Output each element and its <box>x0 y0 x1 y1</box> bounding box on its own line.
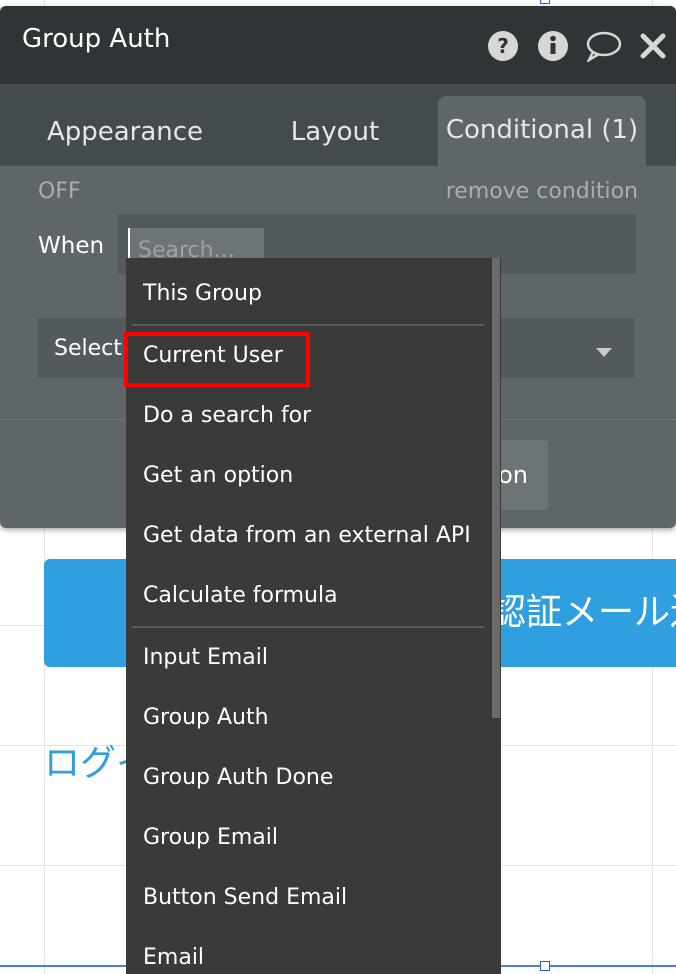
panel-title: Group Auth <box>22 24 171 54</box>
menu-item-button-send-email[interactable]: Button Send Email <box>126 868 486 928</box>
highlight-box <box>124 332 310 387</box>
menu-item-get-an-option[interactable]: Get an option <box>126 446 486 506</box>
menu-item-calculate-formula[interactable]: Calculate formula <box>126 566 486 626</box>
comment-icon[interactable] <box>585 30 623 62</box>
select-label: Select <box>54 336 122 361</box>
panel-header: Group Auth ? <box>0 6 676 84</box>
menu-item-group-email[interactable]: Group Email <box>126 808 486 868</box>
tab-conditional[interactable]: Conditional (1) <box>438 96 646 166</box>
close-icon[interactable] <box>639 30 667 62</box>
menu-item-group-auth[interactable]: Group Auth <box>126 688 486 748</box>
tab-appearance[interactable]: Appearance <box>20 84 230 166</box>
menu-item-external-api[interactable]: Get data from an external API <box>126 506 486 566</box>
menu-item-group-auth-done[interactable]: Group Auth Done <box>126 748 486 808</box>
when-label: When <box>38 233 105 259</box>
tab-layout[interactable]: Layout <box>250 84 420 166</box>
resize-handle[interactable] <box>540 961 550 971</box>
svg-text:?: ? <box>497 34 509 58</box>
info-icon[interactable] <box>537 30 569 62</box>
tabs-bar: Appearance Layout Conditional (1) <box>0 84 676 166</box>
off-toggle[interactable]: OFF <box>38 179 81 204</box>
chevron-down-icon <box>596 348 612 357</box>
menu-item-email[interactable]: Email <box>126 928 486 974</box>
remove-condition-link[interactable]: remove condition <box>446 179 638 204</box>
help-icon[interactable]: ? <box>487 30 519 62</box>
resize-handle[interactable] <box>540 0 550 4</box>
menu-item-input-email[interactable]: Input Email <box>126 628 486 688</box>
dropdown-scrollbar[interactable] <box>492 258 500 718</box>
menu-item-do-a-search[interactable]: Do a search for <box>126 386 486 446</box>
menu-item-this-group[interactable]: This Group <box>126 264 486 324</box>
